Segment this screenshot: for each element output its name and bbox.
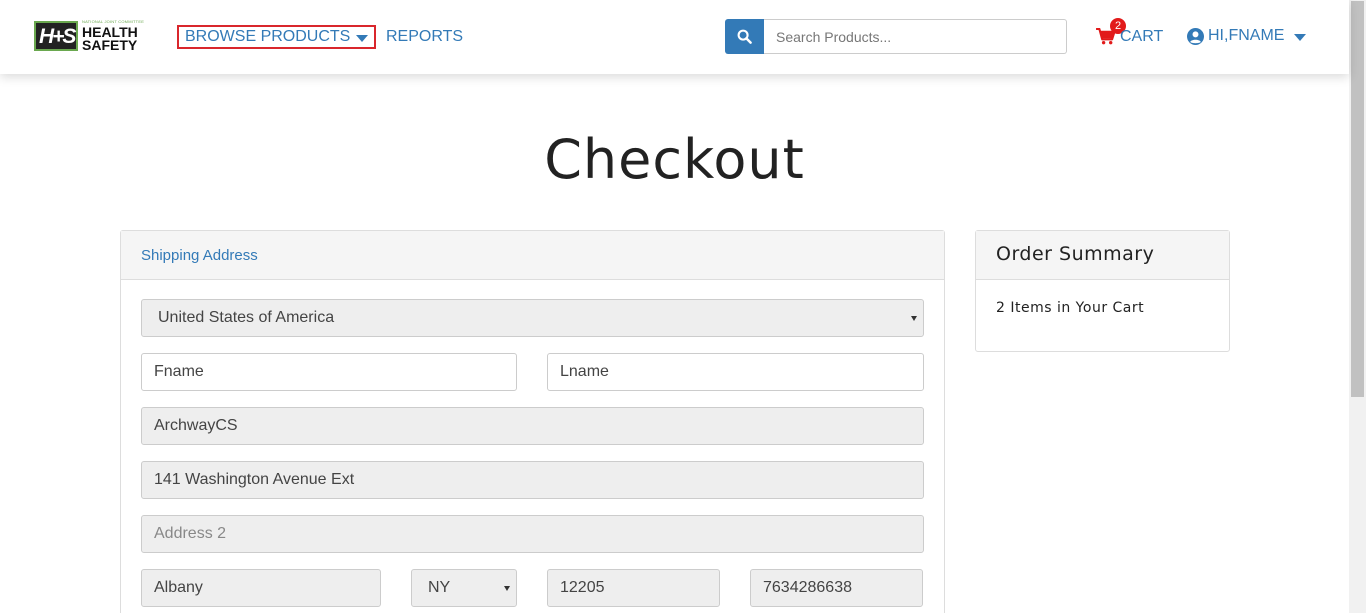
order-summary-header: Order Summary <box>976 231 1229 280</box>
browse-products-label: BROWSE PRODUCTS <box>185 28 351 45</box>
browse-products-menu[interactable]: BROWSE PRODUCTS <box>177 25 376 49</box>
order-summary-heading: Order Summary <box>996 243 1155 265</box>
dropdown-arrow-icon <box>504 586 510 591</box>
last-name-field[interactable]: Lname <box>547 353 924 391</box>
cart-items-count-text: 2 Items in Your Cart <box>996 300 1145 316</box>
address1-field[interactable]: 141 Washington Avenue Ext <box>141 461 924 499</box>
search-icon <box>737 29 752 44</box>
order-summary-panel: Order Summary 2 Items in Your Cart <box>975 230 1230 352</box>
country-value: United States of America <box>158 309 335 326</box>
dropdown-arrow-icon <box>911 316 917 321</box>
shipping-panel-header: Shipping Address <box>121 231 944 280</box>
search-button[interactable] <box>725 19 764 54</box>
cart-label: CART <box>1120 28 1164 45</box>
shipping-heading[interactable]: Shipping Address <box>141 247 258 264</box>
address2-field[interactable]: Address 2 <box>141 515 924 553</box>
country-select[interactable]: United States of America <box>141 299 924 337</box>
logo-monogram-text: H+S <box>39 25 76 48</box>
chevron-down-icon <box>356 35 368 42</box>
user-circle-icon <box>1187 28 1204 45</box>
phone-field[interactable]: 7634286638 <box>750 569 923 607</box>
first-name-field[interactable]: Fname <box>141 353 517 391</box>
search-input[interactable] <box>764 19 1067 54</box>
scrollbar-thumb[interactable] <box>1351 1 1364 397</box>
logo-monogram: H+S <box>34 21 78 51</box>
city-field[interactable]: Albany <box>141 569 381 607</box>
top-navbar: H+S NATIONAL JOINT COMMITTEE HEALTH SAFE… <box>0 0 1349 74</box>
logo-line2: SAFETY <box>82 37 138 53</box>
state-select[interactable]: NY <box>411 569 517 607</box>
reports-link[interactable]: REPORTS <box>386 27 463 47</box>
health-safety-logo[interactable]: H+S NATIONAL JOINT COMMITTEE HEALTH SAFE… <box>34 19 154 53</box>
zip-field[interactable]: 12205 <box>547 569 720 607</box>
state-value: NY <box>428 579 451 596</box>
company-field[interactable]: ArchwayCS <box>141 407 924 445</box>
user-greeting: HI,FNAME <box>1208 27 1285 44</box>
chevron-down-icon <box>1294 34 1306 41</box>
page-title: Checkout <box>544 128 805 191</box>
page-scrollbar[interactable] <box>1349 0 1366 613</box>
